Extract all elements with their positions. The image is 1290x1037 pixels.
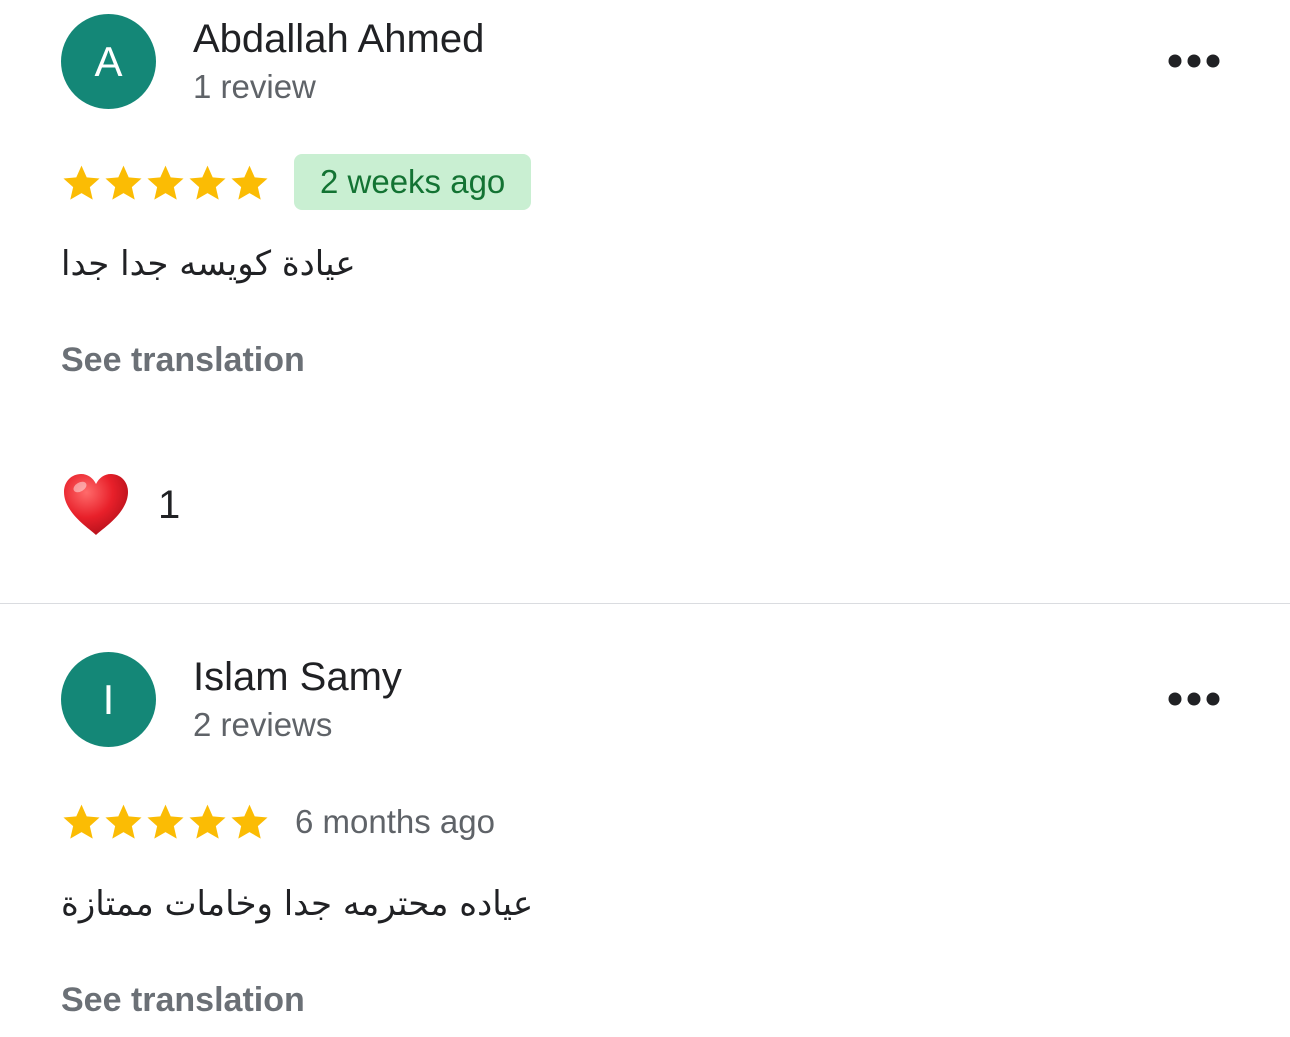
star-icon [147,804,184,839]
review-text: عياده محترمه جدا وخامات ممتازة [61,884,534,924]
reviewer-name[interactable]: Islam Samy [193,654,402,700]
star-icon [189,804,226,839]
review-date: 6 months ago [295,803,495,840]
red-heart-icon [64,474,128,535]
star-icon [63,165,100,200]
avatar[interactable]: A [61,14,156,109]
review-card: I Islam Samy 2 reviews 6 months ago عياد… [0,604,1290,1037]
star-icon [189,165,226,200]
more-horizontal-icon [1168,54,1220,68]
star-icon [105,165,142,200]
star-rating [61,161,270,205]
review-date-badge: 2 weeks ago [294,154,532,210]
reviewer-name[interactable]: Abdallah Ahmed [193,16,484,62]
review-text: عيادة كويسه جدا جدا [61,244,356,284]
review-card: A Abdallah Ahmed 1 review 2 weeks ago عي… [0,0,1290,603]
star-icon [63,804,100,839]
reviewer-review-count: 2 reviews [193,706,333,743]
reaction-count: 1 [158,483,181,527]
star-icon [231,804,268,839]
star-icon [231,165,268,200]
more-options-button[interactable] [1160,40,1228,82]
reviewer-review-count: 1 review [193,68,316,105]
more-horizontal-icon [1168,692,1220,706]
more-options-button[interactable] [1160,678,1228,720]
avatar[interactable]: I [61,652,156,747]
star-icon [105,804,142,839]
see-translation-link[interactable]: See translation [61,338,305,382]
star-icon [147,165,184,200]
reaction-button[interactable]: 1 [60,470,180,540]
star-rating [61,800,270,844]
see-translation-link[interactable]: See translation [61,978,305,1022]
